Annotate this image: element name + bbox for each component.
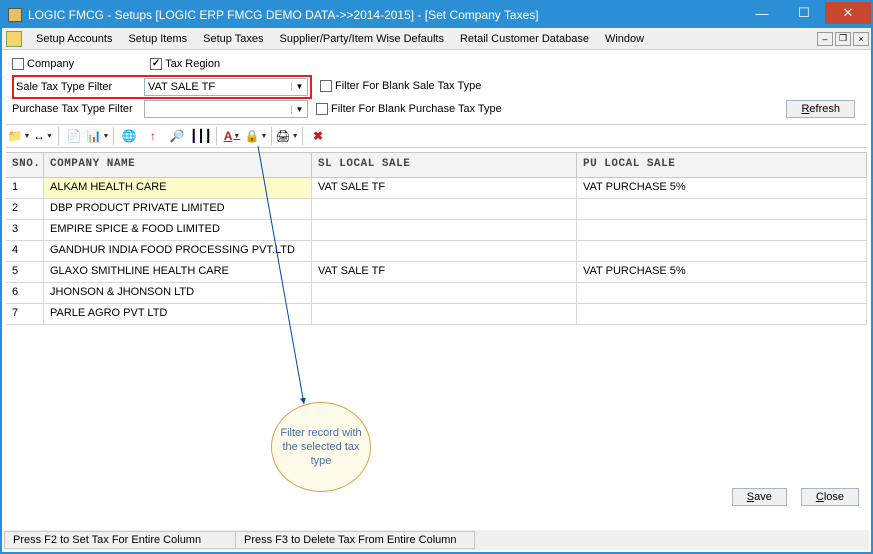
menu-window[interactable]: Window [597,31,652,47]
status-f2: Press F2 to Set Tax For Entire Column [4,531,236,549]
status-bar: Press F2 to Set Tax For Entire Column Pr… [4,530,869,550]
menu-bar: Setup Accounts Setup Items Setup Taxes S… [2,28,871,50]
window-title: LOGIC FMCG - Setups [LOGIC ERP FMCG DEMO… [28,8,741,22]
cell-sl-local-sale[interactable] [312,199,577,219]
blank-purchase-checkbox[interactable] [316,103,328,115]
table-row[interactable]: 5GLAXO SMITHLINE HEALTH CAREVAT SALE TFV… [6,262,867,283]
status-f3: Press F3 to Delete Tax From Entire Colum… [235,531,475,549]
close-form-button[interactable]: Close [801,488,859,506]
table-row[interactable]: 2DBP PRODUCT PRIVATE LIMITED [6,199,867,220]
annotation-callout: Filter record with the selected tax type [271,402,371,492]
title-bar: LOGIC FMCG - Setups [LOGIC ERP FMCG DEMO… [2,2,871,28]
sale-filter-highlight: Sale Tax Type Filter VAT SALE TF ▼ [12,75,312,99]
table-row[interactable]: 3EMPIRE SPICE & FOOD LIMITED [6,220,867,241]
sale-filter-combo[interactable]: VAT SALE TF ▼ [144,78,308,96]
cell-sno: 5 [6,262,44,282]
cell-sno: 6 [6,283,44,303]
cell-sl-local-sale[interactable]: VAT SALE TF [312,262,577,282]
table-row[interactable]: 4GANDHUR INDIA FOOD PROCESSING PVT.LTD [6,241,867,262]
menu-setup-items[interactable]: Setup Items [120,31,195,47]
company-checkbox[interactable] [12,58,24,70]
purchase-filter-combo[interactable]: ▼ [144,100,308,118]
cell-pu-local-sale[interactable] [577,220,867,240]
save-button[interactable]: Save [732,488,787,506]
data-grid: SNO. COMPANY NAME SL LOCAL SALE PU LOCAL… [6,152,867,325]
table-row[interactable]: 1ALKAM HEALTH CAREVAT SALE TFVAT PURCHAS… [6,178,867,199]
cell-sno: 7 [6,304,44,324]
col-sl-header[interactable]: SL LOCAL SALE [312,153,577,177]
blank-sale-label: Filter For Blank Sale Tax Type [335,80,481,92]
table-row[interactable]: 7PARLE AGRO PVT LTD [6,304,867,325]
cell-company-name[interactable]: PARLE AGRO PVT LTD [44,304,312,324]
cell-sno: 4 [6,241,44,261]
arrow-up-icon[interactable]: ↑ [144,127,162,145]
menu-setup-taxes[interactable]: Setup Taxes [195,31,271,47]
sale-filter-value: VAT SALE TF [145,81,291,93]
col-name-header[interactable]: COMPANY NAME [44,153,312,177]
find-icon[interactable]: 🔎 [168,127,186,145]
cell-pu-local-sale[interactable]: VAT PURCHASE 5% [577,178,867,198]
open-icon[interactable]: 📁▼ [10,127,28,145]
mdi-minimize-button[interactable]: – [817,32,833,46]
menu-setup-accounts[interactable]: Setup Accounts [28,31,120,47]
delete-icon[interactable]: ✖ [309,127,327,145]
cell-pu-local-sale[interactable] [577,199,867,219]
col-sno-header[interactable]: SNO. [6,153,44,177]
cell-company-name[interactable]: ALKAM HEALTH CARE [44,178,312,198]
cell-pu-local-sale[interactable]: VAT PURCHASE 5% [577,262,867,282]
print-icon[interactable]: 🖨▼ [278,127,296,145]
blank-sale-checkbox[interactable] [320,80,332,92]
minimize-button[interactable]: — [741,2,783,24]
font-icon[interactable]: A▼ [223,127,241,145]
maximize-button[interactable]: ☐ [783,2,825,24]
cell-sno: 1 [6,178,44,198]
purchase-filter-label: Purchase Tax Type Filter [12,103,144,115]
blank-purchase-label: Filter For Blank Purchase Tax Type [331,103,502,115]
copy-icon[interactable]: 📄 [65,127,83,145]
cell-sl-local-sale[interactable] [312,283,577,303]
app-icon [8,8,22,22]
chart-icon[interactable]: ┃┃┃ [192,127,210,145]
lock-icon[interactable]: 🔒▼ [247,127,265,145]
menu-supplier-defaults[interactable]: Supplier/Party/Item Wise Defaults [272,31,452,47]
table-row[interactable]: 6JHONSON & JHONSON LTD [6,283,867,304]
mdi-restore-button[interactable]: ❐ [835,32,851,46]
form-icon [6,31,22,47]
refresh-button[interactable]: Refresh [786,100,855,118]
cell-pu-local-sale[interactable] [577,283,867,303]
cell-sl-local-sale[interactable]: VAT SALE TF [312,178,577,198]
cell-sl-local-sale[interactable] [312,304,577,324]
sale-filter-label: Sale Tax Type Filter [16,81,144,93]
cell-pu-local-sale[interactable] [577,304,867,324]
taxregion-label: Tax Region [165,58,220,70]
taxregion-checkbox[interactable] [150,58,162,70]
close-button[interactable]: ✕ [825,2,871,24]
toolbar: 📁▼ ↔▼ 📄 📊▼ 🌐 ↑ 🔎 ┃┃┃ A▼ 🔒▼ 🖨▼ ✖ [6,124,867,148]
cell-sl-local-sale[interactable] [312,241,577,261]
company-label: Company [27,58,74,70]
mdi-close-button[interactable]: × [853,32,869,46]
cell-company-name[interactable]: GANDHUR INDIA FOOD PROCESSING PVT.LTD [44,241,312,261]
cell-company-name[interactable]: EMPIRE SPICE & FOOD LIMITED [44,220,312,240]
cell-company-name[interactable]: DBP PRODUCT PRIVATE LIMITED [44,199,312,219]
col-pu-header[interactable]: PU LOCAL SALE [577,153,867,177]
globe-icon[interactable]: 🌐 [120,127,138,145]
excel-icon[interactable]: 📊▼ [89,127,107,145]
chevron-down-icon[interactable]: ▼ [291,82,307,91]
chevron-down-icon[interactable]: ▼ [291,105,307,114]
menu-retail-db[interactable]: Retail Customer Database [452,31,597,47]
cell-company-name[interactable]: GLAXO SMITHLINE HEALTH CARE [44,262,312,282]
cell-pu-local-sale[interactable] [577,241,867,261]
cell-sno: 3 [6,220,44,240]
cell-sl-local-sale[interactable] [312,220,577,240]
cell-sno: 2 [6,199,44,219]
fit-icon[interactable]: ↔▼ [34,127,52,145]
cell-company-name[interactable]: JHONSON & JHONSON LTD [44,283,312,303]
